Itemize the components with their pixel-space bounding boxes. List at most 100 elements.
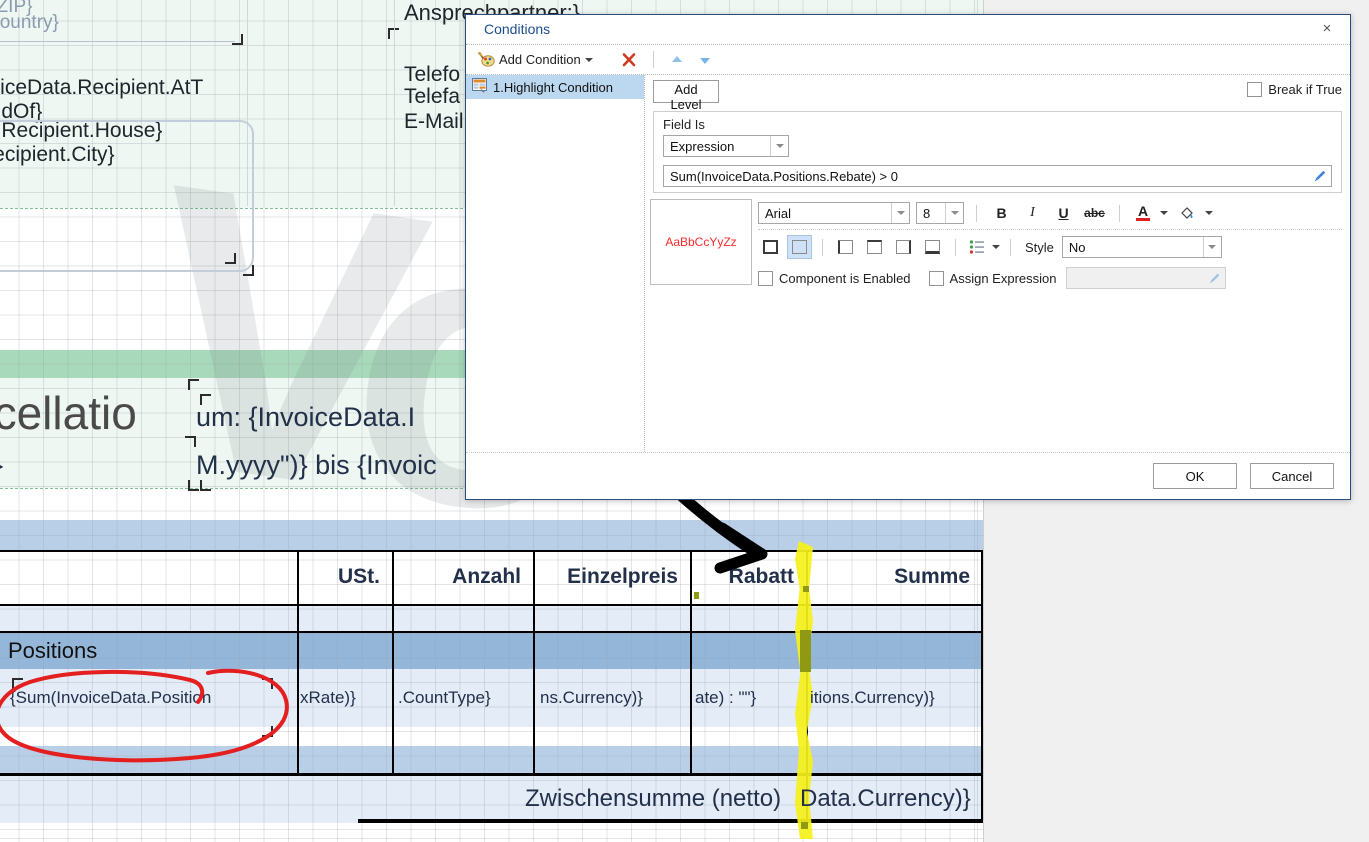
add-condition-icon (478, 51, 495, 68)
font-color-button[interactable]: A (1132, 201, 1154, 225)
data-cell-4[interactable]: ate) : ""} (695, 688, 756, 708)
dialog-titlebar: Conditions × (466, 15, 1350, 45)
assign-expression-input[interactable] (1066, 267, 1227, 289)
ok-button[interactable]: OK (1153, 463, 1237, 489)
expression-input[interactable]: Sum(InvoiceData.Positions.Rebate) > 0 (663, 165, 1332, 187)
highlight-condition-icon (472, 78, 487, 96)
report-text-fax[interactable]: Telefa (404, 85, 460, 109)
group-header-label[interactable]: Positions (8, 638, 97, 664)
add-level-button[interactable]: Add Level (653, 80, 719, 112)
report-text-country[interactable]: Country} (0, 12, 59, 34)
border-right-button[interactable] (891, 235, 916, 259)
assign-expression-box[interactable] (928, 270, 944, 286)
column-header-rabatt[interactable]: Rabatt (700, 565, 794, 589)
condition-item-1[interactable]: 1.Highlight Condition (466, 75, 644, 99)
arrow-down-icon (699, 57, 710, 64)
font-family-value: Arial (765, 206, 792, 221)
options-row: Component is Enabled Assign Expression (758, 265, 1342, 291)
dialog-title: Conditions (484, 21, 551, 37)
move-down-button[interactable] (694, 51, 716, 69)
chevron-down-icon[interactable] (1202, 237, 1221, 257)
break-if-true-checkbox[interactable]: Break if True (1247, 82, 1342, 97)
border-toolbar-separator-3 (1010, 238, 1011, 256)
strikethrough-button[interactable]: abc (1082, 201, 1107, 225)
report-text-brace[interactable]: } (0, 450, 3, 481)
border-bottom-button[interactable] (920, 235, 945, 259)
border-all-button[interactable] (758, 235, 783, 259)
chevron-down-icon[interactable] (1205, 211, 1213, 215)
component-is-enabled-label: Component is Enabled (779, 270, 911, 286)
font-size-combo[interactable]: 8 (916, 202, 964, 224)
border-top-button[interactable] (862, 235, 887, 259)
rounded-rect-shape[interactable] (0, 120, 254, 272)
format-row-separator (758, 229, 1342, 230)
font-toolbar-row: Arial 8 B I U abc A (758, 199, 1342, 227)
break-if-true-box[interactable] (1247, 82, 1263, 97)
highlighter-mark-dense (800, 630, 811, 672)
assign-expression-checkbox[interactable]: Assign Expression (928, 270, 1057, 286)
assign-expression-label: Assign Expression (949, 270, 1057, 286)
report-text-date-fmt[interactable]: M.yyyy")} bis {Invoic (196, 450, 437, 481)
data-cell-5[interactable]: itions.Currency)} (810, 688, 935, 708)
report-title-text[interactable]: ncellatio (0, 386, 137, 440)
chevron-down-icon[interactable] (1160, 211, 1168, 215)
chevron-down-icon[interactable] (770, 136, 788, 156)
list-icon (969, 240, 984, 254)
move-up-button[interactable] (666, 51, 688, 69)
subtotal-value[interactable]: Data.Currency)} (800, 785, 971, 813)
border-toolbar-separator-2 (955, 238, 956, 256)
condition-item-label: 1.Highlight Condition (493, 79, 613, 95)
report-text-email[interactable]: E-Mail (404, 110, 464, 134)
bold-button[interactable]: B (989, 201, 1014, 225)
highlighter-tip-1 (803, 586, 809, 592)
cancel-button[interactable]: Cancel (1250, 463, 1334, 489)
field-is-group: Field Is Expression Sum(InvoiceData.Posi… (653, 111, 1342, 193)
component-is-enabled-box[interactable] (758, 270, 773, 286)
expression-value: Sum(InvoiceData.Positions.Rebate) > 0 (670, 168, 898, 184)
edit-pencil-icon[interactable] (1309, 169, 1331, 183)
highlight-color-button[interactable] (1174, 201, 1199, 225)
add-condition-label: Add Condition (499, 52, 581, 67)
edit-pencil-icon[interactable] (1203, 272, 1225, 285)
conditions-dialog[interactable]: Conditions × Add Condition 1.Highlight C… (465, 14, 1351, 500)
column-header-ust[interactable]: USt. (310, 565, 380, 589)
border-toolbar-row: Style No (758, 233, 1342, 261)
report-text-date-line[interactable]: um: {InvoiceData.I (196, 402, 415, 433)
border-style-list-button[interactable] (966, 235, 988, 259)
font-color-swatch (1136, 218, 1150, 221)
column-header-einzelpreis[interactable]: Einzelpreis (545, 565, 678, 589)
font-family-combo[interactable]: Arial (758, 202, 910, 224)
add-condition-button[interactable]: Add Condition (474, 50, 597, 70)
chevron-down-icon[interactable] (891, 203, 909, 223)
field-type-combo[interactable]: Expression (663, 135, 789, 157)
delete-condition-button[interactable] (617, 50, 641, 70)
format-preview-box: AaBbCcYyZz (650, 199, 752, 285)
dialog-footer: OK Cancel (466, 452, 1350, 499)
italic-button[interactable]: I (1020, 201, 1045, 225)
column-header-summe[interactable]: Summe (818, 565, 970, 589)
font-color-label: A (1137, 203, 1149, 219)
field-type-value: Expression (670, 139, 735, 154)
column-header-anzahl[interactable]: Anzahl (405, 565, 521, 589)
chevron-down-icon[interactable] (945, 203, 963, 223)
border-toolbar-separator (822, 238, 823, 256)
data-cell-1[interactable]: xRate)} (300, 688, 356, 708)
border-left-button[interactable] (833, 235, 858, 259)
underline-button[interactable]: U (1051, 201, 1076, 225)
font-toolbar-separator-2 (1119, 204, 1120, 222)
report-text-attn[interactable]: voiceData.Recipient.AtT (0, 76, 203, 100)
report-text-phone[interactable]: Telefo (404, 63, 460, 87)
data-cell-2[interactable]: .CountType} (398, 688, 491, 708)
condition-editor: Add Level Break if True Field Is Express… (645, 75, 1350, 452)
conditions-list[interactable]: 1.Highlight Condition (466, 75, 645, 452)
data-cell-3[interactable]: ns.Currency)} (540, 688, 643, 708)
subtotal-label[interactable]: Zwischensumme (netto) (525, 785, 781, 813)
border-none-button[interactable] (787, 235, 812, 259)
chevron-down-icon[interactable] (584, 57, 593, 62)
style-combo[interactable]: No (1061, 236, 1222, 258)
component-is-enabled-checkbox[interactable]: Component is Enabled (758, 270, 911, 286)
data-cell-0[interactable]: {Sum(InvoiceData.Position (10, 688, 211, 708)
delete-x-icon (622, 52, 635, 66)
chevron-down-icon[interactable] (992, 245, 1000, 249)
close-icon[interactable]: × (1316, 19, 1338, 39)
